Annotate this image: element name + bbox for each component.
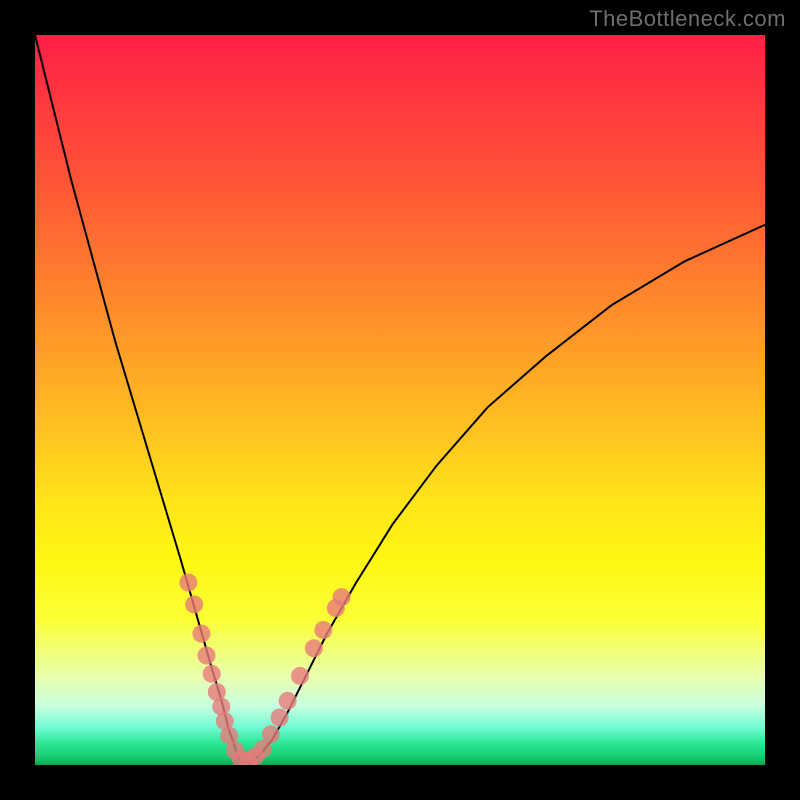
bottleneck-curve (35, 35, 765, 763)
highlight-dot (262, 725, 280, 743)
highlight-dot (192, 625, 210, 643)
watermark-text: TheBottleneck.com (589, 6, 786, 32)
highlight-dot (271, 709, 289, 727)
highlight-dot (203, 665, 221, 683)
highlight-dot (291, 667, 309, 685)
chart-frame: TheBottleneck.com (0, 0, 800, 800)
highlight-dot (305, 639, 323, 657)
highlight-dot (198, 647, 216, 665)
plot-area (35, 35, 765, 765)
highlight-dot (333, 588, 351, 606)
highlight-dot (185, 595, 203, 613)
highlight-dot (279, 692, 297, 710)
highlight-dots (179, 574, 350, 766)
highlight-dot (179, 574, 197, 592)
highlight-dot (314, 621, 332, 639)
curve-svg (35, 35, 765, 765)
